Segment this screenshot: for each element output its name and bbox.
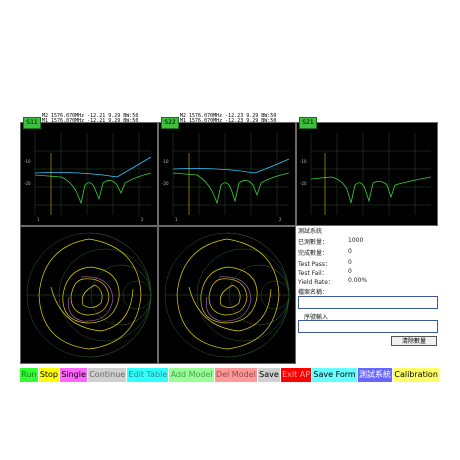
yield-rate-label: Yield Rate： [298,279,334,286]
continue-button[interactable]: Continue [88,368,128,382]
svg-text:-20: -20 [162,181,169,186]
bottom-toolbar: Run Stop Single Continue Edit Table Add … [20,368,441,382]
panel-title: 測試系統 [298,228,323,235]
save-form-button[interactable]: Save Form [312,368,358,382]
test-pass-label: Test Pass： [298,261,332,268]
yield-rate-value: 0.00% [348,277,368,284]
s22-trace-svg: -10 -20 1 2 [162,133,290,222]
test-pass-value: 0 [348,259,352,266]
s21-trace-svg: -10 -20 [300,133,432,215]
yield-rate-row: Yield Rate： 0.00% [298,277,367,286]
s22-smith-chart [158,226,296,364]
serial-number-input[interactable] [298,320,438,333]
s11-smith-chart [20,226,158,364]
save-button[interactable]: Save [257,368,281,382]
svg-text:-10: -10 [24,159,31,164]
stop-button[interactable]: Stop [38,368,61,382]
s22-marker-m1: M1 1576.070MHz -12.23 9.29 BW:50 [180,118,277,124]
test-fail-value: 0 [348,268,352,275]
s22-smith-svg [164,232,290,358]
s11-smith-svg [26,232,152,358]
del-model-button[interactable]: Del Model [214,368,258,382]
total-count-row: 已測數量： 1000 [298,237,363,246]
file-name-label: 檔案名稱： [298,289,329,296]
svg-text:-20: -20 [300,181,307,186]
edit-table-button[interactable]: Edit Table [127,368,170,382]
s11-trace-svg: -10 -20 1 2 [24,133,152,222]
test-pass-row: Test Pass： 0 [298,259,352,268]
s21-plot-panel: S21 -10 -20 [296,117,438,226]
s11-plot-panel: S11 -10 -20 1 2 [20,117,158,226]
svg-text:-10: -10 [162,159,169,164]
test-system-button[interactable]: 測試系統 [357,368,394,382]
test-fail-label: Test Fail： [298,270,328,277]
done-count-value: 0 [348,248,352,255]
total-count-value: 1000 [348,237,364,244]
single-button[interactable]: Single [60,368,89,382]
clear-count-button[interactable]: 清除數量 [391,336,437,346]
svg-text:2: 2 [141,217,144,222]
s22-plot-panel: S22 -10 -20 1 2 [158,117,296,226]
total-count-label: 已測數量： [298,239,329,246]
run-button[interactable]: Run [20,368,39,382]
done-count-label: 完成數量： [298,250,329,257]
s11-marker-m1: M1 1576.070MHz -12.21 9.29 BW:50 [42,118,139,124]
svg-text:1: 1 [175,217,178,222]
exit-ap-button[interactable]: Exit AP [280,368,313,382]
add-model-button[interactable]: Add Model [169,368,215,382]
calibration-button[interactable]: Calibration [393,368,441,382]
svg-text:-10: -10 [300,159,307,164]
done-count-row: 完成數量： 0 [298,248,352,257]
test-fail-row: Test Fail： 0 [298,268,352,277]
svg-text:1: 1 [37,217,40,222]
file-name-input[interactable] [298,296,438,309]
svg-text:-20: -20 [24,181,31,186]
svg-text:2: 2 [279,217,282,222]
